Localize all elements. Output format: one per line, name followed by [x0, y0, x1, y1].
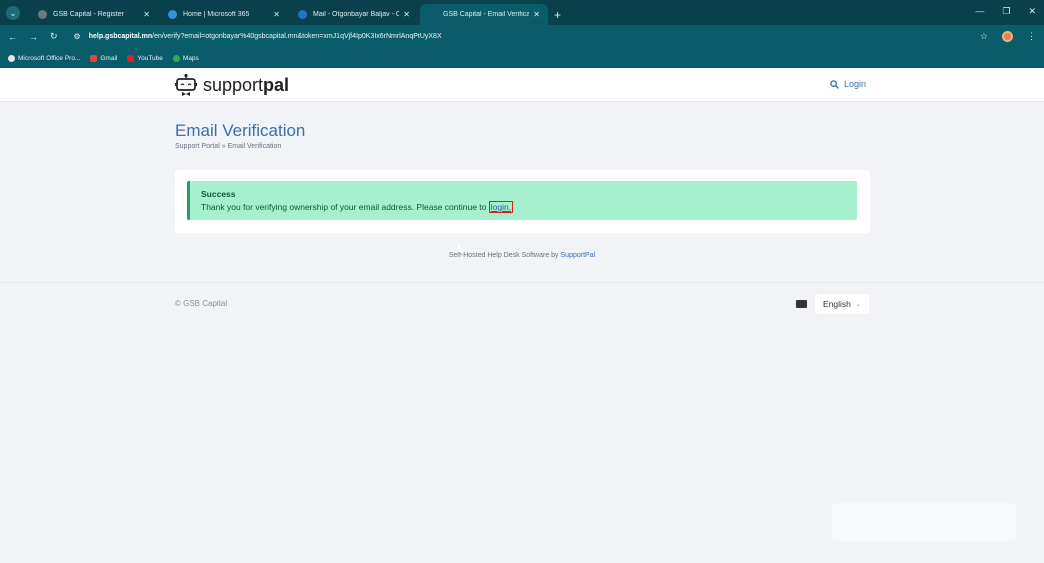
alert-text: Thank you for verifying ownership of you… [201, 202, 487, 212]
breadcrumb: Support Portal » Email Verification [175, 143, 281, 150]
office-icon [8, 54, 15, 62]
back-icon[interactable]: ← [8, 32, 17, 42]
close-window-icon[interactable]: ✕ [1028, 6, 1036, 17]
supportpal-link[interactable]: SupportPal [561, 252, 596, 259]
minimize-icon[interactable]: — [975, 6, 984, 17]
language-value: English [823, 299, 851, 309]
tab-favicon-icon [298, 10, 307, 19]
tab-microsoft365[interactable]: Home | Microsoft 365 ✕ [160, 4, 288, 25]
close-icon[interactable]: ✕ [143, 10, 150, 19]
tab-register[interactable]: GSB Capital - Register ✕ [30, 4, 158, 25]
url-domain: help.gsbcapital.mn [88, 33, 153, 40]
chevron-down-icon: ⌄ [855, 301, 861, 308]
url-field[interactable]: ⚙ help.gsbcapital.mn/en/verify?email=otg… [74, 32, 442, 41]
profile-avatar[interactable] [1002, 31, 1013, 42]
tab-favicon-icon [168, 10, 177, 19]
address-bar: ← → ↻ ⚙ help.gsbcapital.mn/en/verify?ema… [0, 25, 1044, 48]
supportpal-logo[interactable]: supportpal [175, 73, 289, 97]
bookmark-label: YouTube [137, 54, 163, 62]
powered-by: Self-Hosted Help Desk Software by Suppor… [0, 252, 1044, 259]
address-bar-actions: ☆ ⋮ [980, 31, 1036, 42]
login-link[interactable]: Login [830, 79, 866, 89]
footer-divider [0, 282, 1044, 283]
breadcrumb-current: Email Verification [227, 143, 282, 150]
tab-mail[interactable]: Mail - Otgonbayar Baljav - Outl ✕ [290, 4, 418, 25]
tab-title: Mail - Otgonbayar Baljav - Outl [313, 11, 400, 18]
verification-card: Success Thank you for verifying ownershi… [175, 170, 870, 233]
restore-icon[interactable]: ❐ [1002, 6, 1010, 17]
footer-copyright: © GSB Capital [175, 299, 228, 308]
gmail-icon [90, 54, 98, 62]
tab-title: Home | Microsoft 365 [183, 11, 250, 18]
new-tab-icon[interactable]: + [554, 8, 561, 22]
site-info-icon[interactable]: ⚙ [74, 32, 81, 41]
bookmark-label: Microsoft Office Pro... [18, 54, 81, 62]
bookmark-star-icon[interactable]: ☆ [980, 31, 988, 42]
logo-text: supportpal [203, 75, 289, 96]
bookmarks-bar: Microsoft Office Pro... Gmail YouTube Ma… [0, 48, 1044, 68]
close-icon[interactable]: ✕ [403, 10, 410, 19]
tab-email-verification[interactable]: GSB Capital - Email Verification ✕ [420, 4, 548, 25]
browser-menu-icon[interactable]: ⋮ [1027, 31, 1036, 42]
bookmark-gmail[interactable]: Gmail [90, 54, 118, 62]
bookmark-youtube[interactable]: YouTube [127, 54, 163, 62]
bookmark-maps[interactable]: Maps [172, 54, 199, 62]
breadcrumb-home[interactable]: Support Portal [175, 143, 220, 150]
success-alert: Success Thank you for verifying ownershi… [187, 181, 857, 220]
browser-chrome: ⌄ GSB Capital - Register ✕ Home | Micros… [0, 0, 1044, 68]
tab-bar: ⌄ GSB Capital - Register ✕ Home | Micros… [0, 0, 1044, 25]
logo-text-bold: pal [263, 74, 290, 95]
search-icon [830, 79, 839, 89]
close-icon[interactable]: ✕ [273, 10, 280, 19]
alert-message: Thank you for verifying ownership of you… [201, 201, 857, 213]
url-path: /en/verify?email=otgonbayar%40gsbcapital… [152, 33, 442, 40]
logo-text-light: support [203, 74, 264, 95]
tab-title: GSB Capital - Register [53, 11, 124, 18]
breadcrumb-separator: » [221, 143, 226, 150]
forward-icon[interactable]: → [29, 32, 38, 42]
bookmark-label: Gmail [100, 54, 118, 62]
tab-search-button[interactable]: ⌄ [6, 6, 20, 20]
language-icon [796, 300, 807, 308]
page-title: Email Verification [175, 121, 306, 140]
mouse-cursor-icon [458, 244, 463, 252]
login-label: Login [844, 79, 867, 89]
tab-title: GSB Capital - Email Verification [443, 11, 530, 18]
tab-favicon-icon [38, 10, 47, 19]
language-select[interactable]: English ⌄ [815, 294, 869, 314]
login-continue-link[interactable]: login. [488, 201, 514, 213]
window-controls: — ❐ ✕ [975, 6, 1036, 17]
site-header: supportpal Login [0, 68, 1044, 102]
tab-favicon-icon [428, 10, 437, 19]
close-icon[interactable]: ✕ [533, 10, 540, 19]
youtube-icon [127, 54, 135, 62]
maps-icon [172, 54, 180, 62]
reload-icon[interactable]: ↻ [50, 31, 58, 42]
robot-logo-icon [175, 73, 197, 96]
powered-text: Self-Hosted Help Desk Software by [448, 252, 559, 259]
tab-strip: GSB Capital - Register ✕ Home | Microsof… [28, 4, 561, 25]
bookmark-office[interactable]: Microsoft Office Pro... [8, 54, 81, 62]
faded-overlay-panel [832, 503, 1016, 541]
bookmark-label: Maps [182, 54, 199, 62]
alert-heading: Success [201, 189, 236, 199]
